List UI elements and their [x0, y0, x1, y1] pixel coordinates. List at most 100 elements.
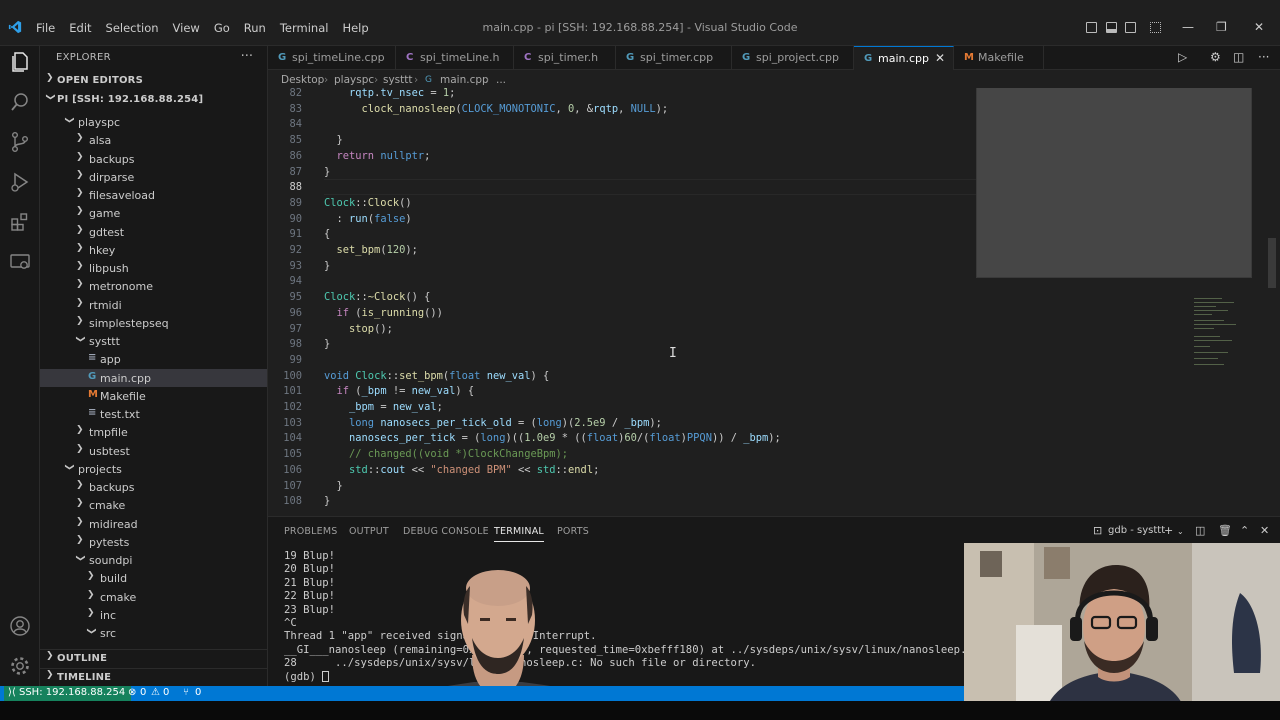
tab-makefile[interactable]: M Makefile: [954, 46, 1044, 70]
tab-main-cpp[interactable]: Gmain.cpp ✕: [854, 46, 954, 70]
toggle-panel-icon[interactable]: [1106, 22, 1117, 33]
error-count[interactable]: 0: [140, 687, 146, 698]
code-editor[interactable]: 82 rqtp.tv_nsec = 1; 83 clock_nanosleep(C…: [268, 88, 1280, 516]
tree-item[interactable]: ≡ app: [40, 350, 267, 368]
tree-item[interactable]: ❯ dirparse: [40, 168, 267, 186]
code-line[interactable]: if (is_running()): [324, 307, 443, 319]
menu-terminal[interactable]: Terminal: [280, 21, 337, 35]
tree-item[interactable]: Gmain.cpp: [40, 368, 267, 387]
open-editors-section[interactable]: ❯ OPEN EDITORS: [40, 72, 268, 90]
toggle-secondary-sidebar-icon[interactable]: [1125, 22, 1136, 33]
tree-item[interactable]: ❯ backups: [40, 478, 267, 496]
outline-section[interactable]: ❯ OUTLINE: [40, 649, 268, 667]
kill-terminal-trash-icon[interactable]: 🗑: [1218, 524, 1232, 537]
close-tab-icon[interactable]: ✕: [935, 51, 945, 65]
code-line[interactable]: Clock::~Clock() {: [324, 291, 430, 303]
tree-item[interactable]: ❯ backups: [40, 150, 267, 168]
tree-item[interactable]: ❯ gdtest: [40, 223, 267, 241]
tree-item[interactable]: ❯ filesaveload: [40, 186, 267, 204]
explorer-icon[interactable]: [8, 50, 32, 74]
manage-gear-icon[interactable]: [8, 654, 32, 678]
tree-item[interactable]: ≡ test.txt: [40, 405, 267, 423]
tree-item[interactable]: ❯ pytests: [40, 533, 267, 551]
code-line[interactable]: _bpm = new_val;: [324, 401, 443, 413]
menu-go[interactable]: Go: [214, 21, 238, 35]
ports-count[interactable]: 0: [195, 687, 201, 698]
tree-item[interactable]: ❯ game: [40, 204, 267, 222]
tab-output[interactable]: OUTPUT: [349, 526, 389, 537]
tree-item[interactable]: ❯ simplestepseq: [40, 314, 267, 332]
minimize-icon[interactable]: —: [1182, 20, 1194, 34]
source-control-icon[interactable]: [8, 130, 32, 154]
tree-item[interactable]: ❯ build: [40, 569, 267, 587]
tree-item[interactable]: ❯ inc: [40, 606, 267, 624]
tree-item[interactable]: ❯ src: [40, 624, 267, 642]
code-line[interactable]: std::cout << "changed BPM" << std::endl;: [324, 464, 599, 476]
code-line[interactable]: set_bpm(120);: [324, 244, 418, 256]
code-line[interactable]: }: [324, 260, 330, 272]
tab-spi-timer-cpp[interactable]: Gspi_timer.cpp: [616, 46, 732, 70]
code-line[interactable]: if (_bpm != new_val) {: [324, 385, 475, 397]
tree-item[interactable]: ❯ projects: [40, 460, 267, 478]
extensions-icon[interactable]: [8, 210, 32, 234]
code-line[interactable]: clock_nanosleep(CLOCK_MONOTONIC, 0, &rqt…: [324, 103, 669, 115]
close-window-icon[interactable]: ✕: [1254, 20, 1264, 34]
toggle-sidebar-icon[interactable]: [1086, 22, 1097, 33]
tree-item[interactable]: ❯ usbtest: [40, 442, 267, 460]
code-line[interactable]: void Clock::set_bpm(float new_val) {: [324, 370, 549, 382]
split-terminal-icon[interactable]: ◫: [1195, 524, 1205, 537]
code-line[interactable]: }: [324, 338, 330, 350]
close-panel-icon[interactable]: ✕: [1260, 524, 1269, 537]
accounts-icon[interactable]: [8, 614, 32, 638]
more-actions-icon[interactable]: ···: [241, 49, 253, 64]
tab-problems[interactable]: PROBLEMS: [284, 526, 337, 537]
code-line[interactable]: return nullptr;: [324, 150, 431, 162]
menu-file[interactable]: File: [36, 21, 63, 35]
remote-explorer-icon[interactable]: [8, 250, 32, 274]
warning-count[interactable]: 0: [163, 687, 169, 698]
code-line[interactable]: long nanosecs_per_tick_old = (long)(2.5e…: [324, 417, 662, 429]
tree-item[interactable]: ❯ alsa: [40, 131, 267, 149]
workspace-root-section[interactable]: ❯ PI [SSH: 192.168.88.254]: [40, 91, 268, 109]
tree-item[interactable]: M Makefile: [40, 387, 267, 405]
tree-item[interactable]: ❯ soundpi: [40, 551, 267, 569]
run-code-icon[interactable]: ▷: [1178, 50, 1187, 64]
tree-item[interactable]: ❯ systtt: [40, 332, 267, 350]
split-editor-icon[interactable]: ◫: [1233, 50, 1244, 64]
tree-item[interactable]: ❯ rtmidi: [40, 296, 267, 314]
code-line[interactable]: {: [324, 228, 330, 240]
tree-item[interactable]: ❯ cmake: [40, 496, 267, 514]
breadcrumb-systtt[interactable]: systtt: [383, 74, 413, 86]
tab-spi-timeline-h[interactable]: Cspi_timeLine.h: [396, 46, 514, 70]
new-terminal-plus-icon[interactable]: +: [1164, 524, 1173, 537]
code-line[interactable]: }: [324, 480, 343, 492]
customize-layout-icon[interactable]: [1150, 22, 1161, 33]
restore-icon[interactable]: ❐: [1216, 20, 1227, 34]
code-line[interactable]: stop();: [324, 323, 393, 335]
chevron-down-icon[interactable]: ⌄: [1177, 527, 1184, 536]
error-icon[interactable]: ⊗: [128, 687, 136, 698]
tree-item[interactable]: ❯ cmake: [40, 588, 267, 606]
tree-item[interactable]: ❯ hkey: [40, 241, 267, 259]
terminal-name[interactable]: gdb - systtt: [1108, 525, 1165, 536]
code-line[interactable]: rqtp.tv_nsec = 1;: [324, 88, 455, 99]
more-actions-icon[interactable]: ···: [1258, 50, 1269, 64]
menu-selection[interactable]: Selection: [106, 21, 167, 35]
code-line[interactable]: Clock::Clock(): [324, 197, 412, 209]
code-line[interactable]: }: [324, 134, 343, 146]
breadcrumb-file[interactable]: main.cpp: [440, 74, 489, 86]
tree-item[interactable]: ❯ midiread: [40, 515, 267, 533]
tree-item[interactable]: ❯ playspc: [40, 113, 267, 131]
tree-item[interactable]: ❯ tmpfile: [40, 423, 267, 441]
tab-ports[interactable]: PORTS: [557, 526, 589, 537]
tree-item[interactable]: ❯ metronome: [40, 277, 267, 295]
warning-icon[interactable]: ⚠: [151, 687, 160, 698]
remote-indicator[interactable]: ⟩⟨ SSH: 192.168.88.254: [4, 686, 132, 701]
tab-spi-timer-h[interactable]: Cspi_timer.h: [514, 46, 616, 70]
editor-settings-gear-icon[interactable]: ⚙: [1210, 50, 1221, 64]
code-line[interactable]: }: [324, 166, 330, 178]
tab-debug-console[interactable]: DEBUG CONSOLE: [403, 526, 489, 537]
tab-spi-project-cpp[interactable]: Gspi_project.cpp: [732, 46, 854, 70]
menu-edit[interactable]: Edit: [69, 21, 99, 35]
menu-run[interactable]: Run: [244, 21, 274, 35]
